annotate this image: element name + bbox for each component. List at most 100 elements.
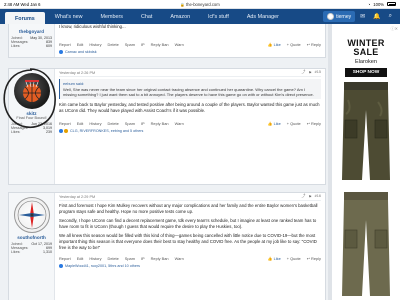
post-number[interactable]: #16: [315, 194, 321, 199]
like-button[interactable]: 👍 Like: [268, 256, 281, 261]
reactions-text: MapleWood41, ruoy2001, 5thrs and 10 othe…: [65, 263, 140, 268]
cargo-pants-image: [342, 82, 390, 296]
username[interactable]: thebgoyard: [11, 29, 52, 34]
reply-label: Reply: [311, 42, 321, 48]
post-paragraph-2: Secondly, I hope UConn can find a decent…: [59, 218, 317, 229]
reactions-bar[interactable]: CLG, RIVERFRONKES, eebing and 5 others: [59, 128, 321, 135]
nav-amazon[interactable]: Amazon: [162, 11, 198, 23]
like-label: Like: [273, 121, 281, 127]
share-icon[interactable]: ⤴: [301, 194, 305, 199]
warn-link[interactable]: Warn: [175, 256, 184, 261]
quote-button[interactable]: + Quote: [287, 42, 301, 47]
post-16: southofnorth Joined: Oct 17, 2019 Message…: [8, 192, 326, 300]
edit-link[interactable]: Edit: [77, 121, 84, 126]
likes-value: 1,310: [43, 250, 52, 254]
nav-chat[interactable]: Chat: [133, 11, 160, 23]
like-button[interactable]: 👍 Like: [268, 42, 281, 47]
report-link[interactable]: Report: [59, 256, 71, 261]
spam-link[interactable]: Spam: [125, 42, 135, 47]
reactions-text: CLG, RIVERFRONKES, eebing and 5 others: [70, 129, 144, 134]
like-label: Like: [273, 255, 281, 261]
post-timestamp[interactable]: Yesterday at 2:26 PM: [59, 71, 95, 75]
reply-ban-link[interactable]: Reply Ban: [151, 42, 169, 47]
ip-link[interactable]: IP: [141, 121, 145, 126]
ip-link[interactable]: IP: [141, 42, 145, 47]
ad-close-icon[interactable]: ⓘ✕: [391, 26, 398, 32]
edit-link[interactable]: Edit: [77, 256, 84, 261]
post-body: I know, ridiculous wishful thinking... R…: [59, 24, 321, 57]
delete-link[interactable]: Delete: [108, 42, 119, 47]
user-pane: southofnorth Joined: Oct 17, 2019 Message…: [9, 193, 55, 300]
history-link[interactable]: History: [89, 121, 101, 126]
post-previous: thebgoyard Joined: May 30, 2013 Messages:…: [8, 24, 326, 58]
forum-navbar: Forums What's new Members Chat Amazon lc…: [0, 9, 400, 26]
quote-button[interactable]: + Quote: [287, 256, 301, 261]
post-paragraph-1: First and foremost I hope Kim Mulkey rec…: [59, 203, 318, 214]
reactions-text: Carnac and skbdsk: [65, 50, 97, 55]
post-number[interactable]: #15: [315, 70, 321, 75]
edit-link[interactable]: Edit: [77, 42, 84, 47]
post-paragraph-3: We all knew this season would be filled …: [59, 233, 317, 250]
quote-text: Well, She was never near the team since …: [63, 87, 314, 98]
report-link[interactable]: Report: [59, 42, 71, 47]
reply-ban-link[interactable]: Reply Ban: [151, 256, 169, 261]
warn-link[interactable]: Warn: [175, 42, 184, 47]
reply-button[interactable]: ↩ Reply: [307, 121, 321, 126]
history-link[interactable]: History: [89, 42, 101, 47]
post-actions: Report Edit History Delete Spam IP Reply…: [59, 41, 321, 49]
post-body: Yesterday at 2:26 PM ⤴ ⚑ #15 eebum said:…: [59, 69, 321, 184]
history-link[interactable]: History: [89, 256, 101, 261]
address-bar[interactable]: 🔒the-boneyard.com: [0, 2, 400, 7]
sidebar-ad[interactable]: ⓘ✕ WINTER SALE Elaroken SHOP NOW: [332, 24, 400, 300]
battery-icon: [387, 2, 396, 6]
reactions-bar[interactable]: Carnac and skbdsk: [59, 49, 321, 56]
likes-label: Likes:: [11, 250, 21, 254]
like-button[interactable]: 👍 Like: [268, 121, 281, 126]
like-reaction-icon: [59, 50, 63, 55]
compass-icon: [17, 200, 46, 230]
post-meta: Yesterday at 2:29 PM ⤴ ⚑ #16: [59, 193, 321, 201]
nav-whats-new[interactable]: What's new: [47, 11, 91, 23]
reply-button[interactable]: ↩ Reply: [307, 42, 321, 47]
inbox-icon[interactable]: ✉: [357, 13, 368, 20]
bookmark-icon[interactable]: ⚑: [308, 70, 311, 75]
warn-link[interactable]: Warn: [175, 121, 184, 126]
reply-ban-link[interactable]: Reply Ban: [151, 121, 169, 126]
like-label: Like: [273, 42, 281, 48]
delete-link[interactable]: Delete: [108, 121, 119, 126]
bell-icon[interactable]: 🔔: [370, 13, 383, 20]
quote-author[interactable]: eebum said:: [63, 81, 318, 86]
user-avatar[interactable]: [13, 197, 50, 233]
username[interactable]: southofnorth: [11, 235, 52, 240]
quote-button[interactable]: + Quote: [287, 121, 301, 126]
status-bar: 2:48 AM Wed Jan 6 🔒the-boneyard.com ◔ 10…: [0, 0, 400, 8]
post-text: I know, ridiculous wishful thinking...: [59, 24, 126, 29]
ad-brand: Elaroken: [354, 59, 378, 65]
user-menu-button[interactable]: tierney: [323, 11, 356, 22]
nav-lcfs-stuff[interactable]: lcf's stuff: [200, 11, 237, 23]
nav-members[interactable]: Members: [92, 11, 130, 23]
ad-shop-now-button[interactable]: SHOP NOW: [345, 68, 387, 77]
post-text: Kim came back to Baylor yesterday, and t…: [59, 102, 320, 113]
quote-block: eebum said: Well, She was never near the…: [59, 79, 321, 100]
reply-button[interactable]: ↩ Reply: [307, 256, 321, 261]
thread-content: thebgoyard Joined: May 30, 2013 Messages:…: [0, 24, 328, 300]
lock-icon: 🔒: [180, 2, 185, 7]
user-stats: Joined: May 30, 2013 Messages: 839 Likes: 6…: [11, 36, 52, 48]
delete-link[interactable]: Delete: [108, 256, 119, 261]
likes-value: 609: [46, 44, 52, 48]
spam-link[interactable]: Spam: [125, 121, 135, 126]
ad-headline-2: SALE: [353, 47, 379, 57]
bookmark-icon[interactable]: ⚑: [308, 194, 311, 199]
nav-ads-manager[interactable]: Ads Manager: [239, 11, 287, 23]
reactions-bar[interactable]: MapleWood41, ruoy2001, 5thrs and 10 othe…: [59, 262, 321, 269]
post-actions: Report Edit History Delete Spam IP Reply…: [59, 254, 321, 262]
user-pane: thebgoyard Joined: May 30, 2013 Messages:…: [9, 24, 55, 57]
ip-link[interactable]: IP: [141, 256, 145, 261]
post-timestamp[interactable]: Yesterday at 2:29 PM: [59, 195, 95, 199]
search-icon[interactable]: ⌕: [386, 13, 395, 20]
spam-link[interactable]: Spam: [125, 256, 135, 261]
report-link[interactable]: Report: [59, 121, 71, 126]
share-icon[interactable]: ⤴: [301, 70, 305, 75]
reply-label: Reply: [311, 121, 321, 127]
